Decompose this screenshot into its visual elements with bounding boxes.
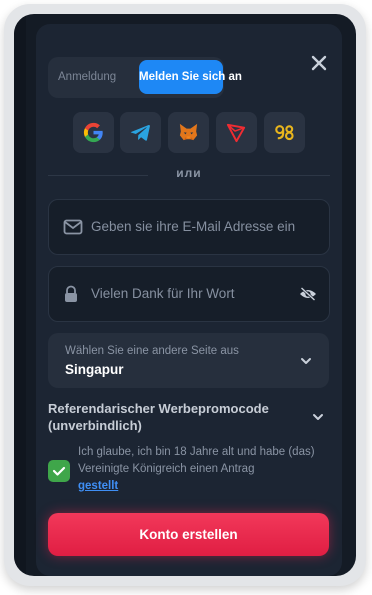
promo-code-label: Referendarischer Werbepromocode (unverbi…: [48, 401, 269, 433]
age-agreement: Ich glaube, ich bin 18 Jahre alt und hab…: [48, 444, 329, 496]
country-label: Wählen Sie eine andere Seite aus: [65, 345, 239, 357]
checkmark-icon: [52, 466, 66, 476]
screen: Anmeldung Melden Sie sich an или Geben s…: [14, 14, 356, 576]
password-field[interactable]: Vielen Dank für Ihr Wort: [48, 266, 330, 322]
ninety-eight-icon: [275, 125, 294, 141]
mail-icon: [63, 219, 83, 235]
close-button[interactable]: [308, 52, 330, 74]
tab-login[interactable]: Anmeldung: [58, 57, 116, 98]
agreement-body: Ich glaube, ich bin 18 Jahre alt und hab…: [78, 446, 315, 475]
close-icon: [311, 55, 327, 71]
divider-text: или: [176, 166, 202, 180]
google-icon: [83, 122, 103, 143]
tron-login-button[interactable]: [216, 112, 257, 153]
chevron-down-icon: [301, 358, 311, 364]
telegram-login-button[interactable]: [120, 112, 161, 153]
create-account-button[interactable]: Konto erstellen: [48, 513, 329, 556]
password-placeholder: Vielen Dank für Ihr Wort: [91, 286, 235, 301]
ninety-eight-login-button[interactable]: [264, 112, 305, 153]
email-placeholder: Geben sie ihre E-Mail Adresse ein: [91, 219, 296, 234]
or-divider: или: [48, 164, 330, 184]
country-value: Singapur: [65, 362, 124, 377]
hide-password-icon[interactable]: [299, 287, 317, 301]
agreement-text: Ich glaube, ich bin 18 Jahre alt und hab…: [78, 444, 324, 495]
agreement-link[interactable]: gestellt: [78, 480, 118, 492]
metamask-login-button[interactable]: [168, 112, 209, 153]
metamask-icon: [179, 123, 198, 141]
chevron-down-icon: [313, 414, 323, 420]
tron-icon: [226, 123, 246, 143]
telegram-icon: [130, 124, 150, 141]
google-login-button[interactable]: [73, 112, 114, 153]
email-field[interactable]: Geben sie ihre E-Mail Adresse ein: [48, 199, 330, 255]
background-page: [14, 14, 26, 576]
agreement-checkbox[interactable]: [48, 460, 70, 482]
auth-tabs: Anmeldung Melden Sie sich an: [48, 57, 242, 98]
lock-icon: [65, 285, 77, 302]
social-login-row: [73, 112, 305, 154]
device-frame: Anmeldung Melden Sie sich an или Geben s…: [4, 4, 366, 586]
country-select[interactable]: Wählen Sie eine andere Seite aus Singapu…: [48, 333, 329, 388]
promo-code-toggle[interactable]: Referendarischer Werbepromocode (unverbi…: [48, 400, 329, 436]
registration-modal: Anmeldung Melden Sie sich an или Geben s…: [36, 24, 342, 576]
tab-register[interactable]: Melden Sie sich an: [139, 60, 242, 94]
